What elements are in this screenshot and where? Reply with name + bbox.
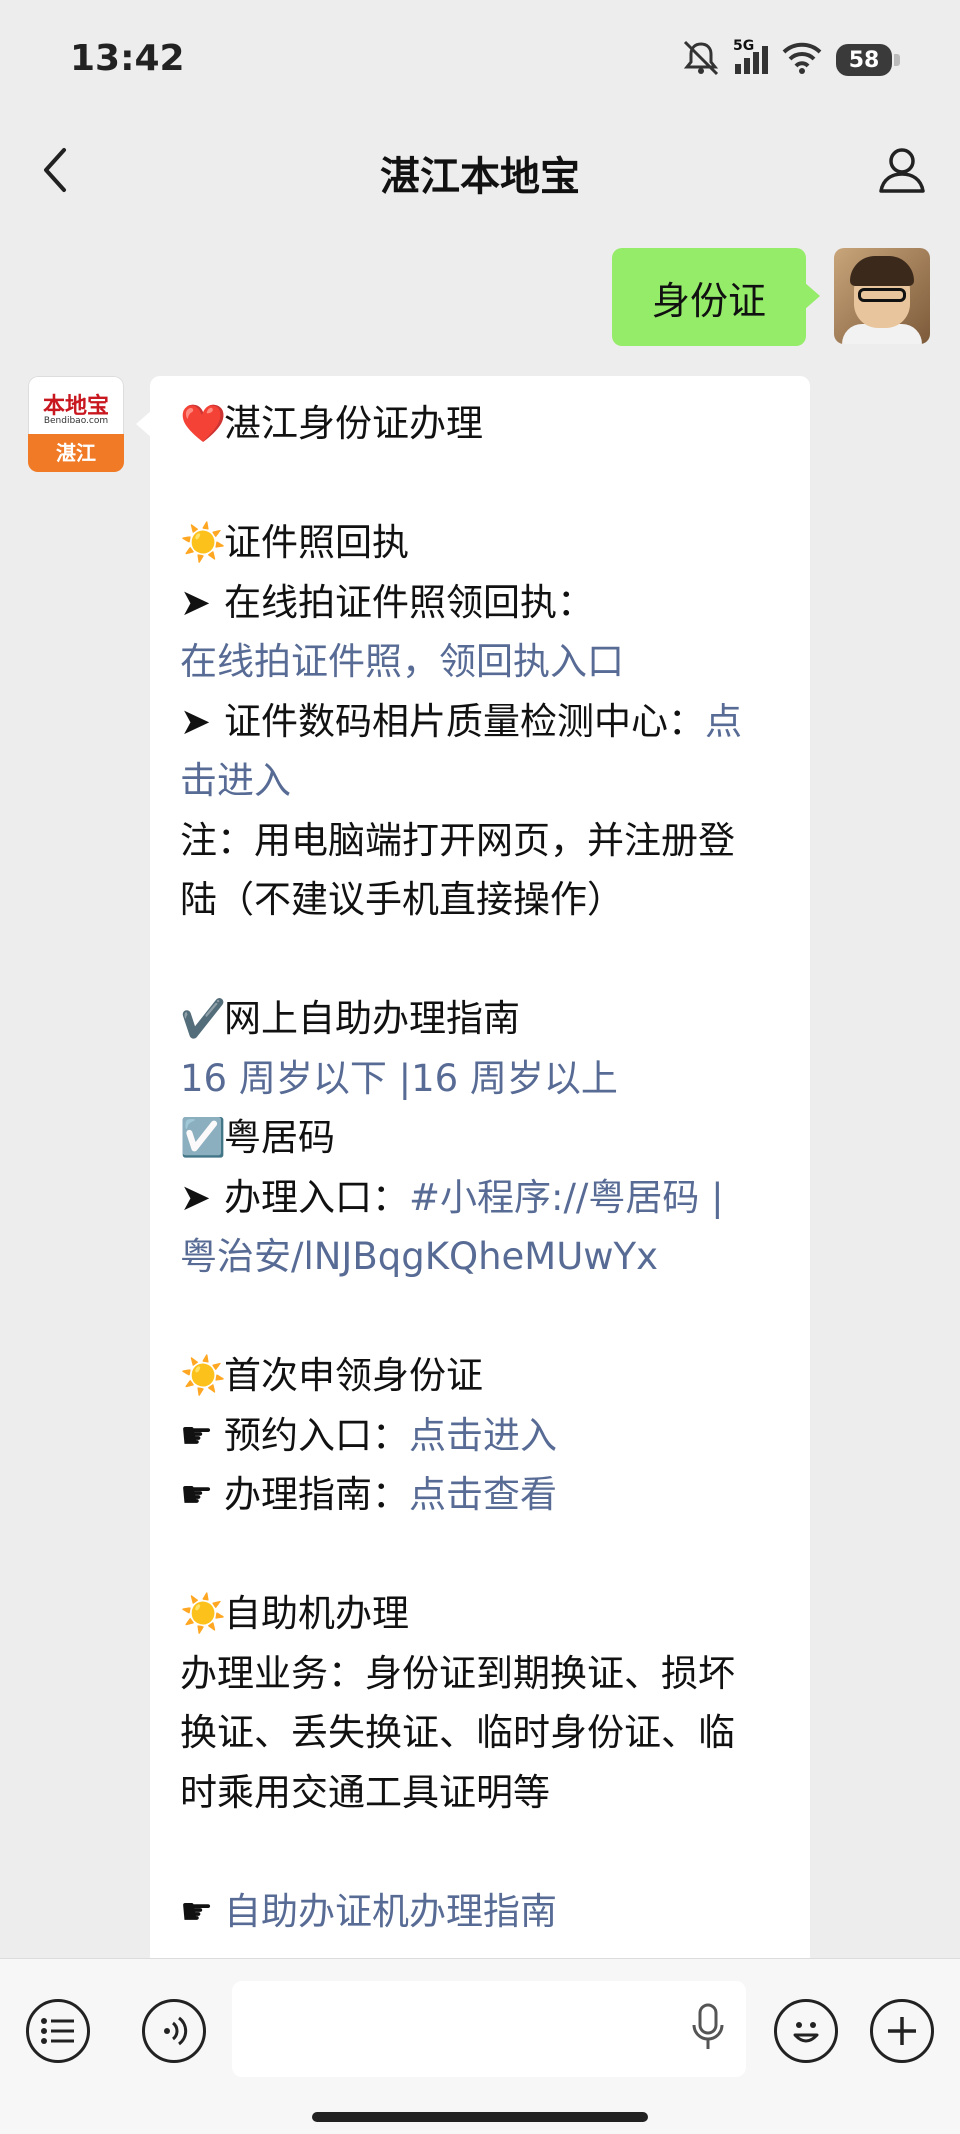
network-type-label: 5G: [733, 38, 755, 54]
voice-wave-icon: [164, 2016, 188, 2046]
status-time: 13:42: [70, 38, 185, 79]
avatar-city-label: 湛江: [28, 434, 124, 472]
message-text: 预约入口：: [224, 1413, 409, 1457]
message-line: ☀️首次申领身份证: [180, 1346, 782, 1406]
message-line: 换证、丢失换证、临时身份证、临: [180, 1703, 782, 1763]
outgoing-bubble[interactable]: 身份证: [611, 248, 821, 346]
message-text: 办理业务：身份证到期换证、损坏: [180, 1651, 735, 1695]
message-line: 粤治安/lNJBqgKQheMUwYx: [180, 1227, 782, 1287]
message-line: 时乘用交通工具证明等: [180, 1763, 782, 1823]
voice-mode-button[interactable]: [142, 1999, 206, 2063]
message-line: 击进入: [180, 751, 782, 811]
message-link[interactable]: 自助办证机办理指南: [224, 1890, 557, 1933]
message-line: ☀️证件照回执: [180, 513, 782, 573]
message-text: 办理指南：: [224, 1473, 409, 1516]
message-link[interactable]: 点: [705, 700, 742, 743]
message-text: 陆（不建议手机直接操作）: [180, 878, 624, 921]
outgoing-message: 身份证: [611, 248, 930, 346]
emoji-button[interactable]: [774, 1999, 838, 2063]
list-icon: [41, 2018, 74, 2044]
message-line: ☀️自助机办理: [180, 1584, 782, 1644]
smiley-icon: [793, 2022, 819, 2043]
bendibao-avatar[interactable]: 本地宝 Bendibao.com 湛江: [28, 376, 124, 472]
arrow-icon: ➤: [180, 1175, 212, 1219]
message-line: ☛ 预约入口：点击进入: [180, 1406, 782, 1466]
heart-icon: ❤️: [180, 402, 227, 445]
incoming-bubble[interactable]: ❤️湛江身份证办理 ☀️证件照回执 ➤ 在线拍证件照领回执： 在线拍证件照，领回执入口 ➤…: [136, 376, 810, 1976]
message-text: 首次申领身份证: [224, 1354, 483, 1397]
user-icon: [879, 148, 925, 193]
message-line: ☛ 办理指南：点击查看: [180, 1465, 782, 1525]
check-mark-icon: ✔️: [180, 997, 227, 1040]
message-line: ☛ 自助办证机办理指南: [180, 1882, 782, 1942]
chat-title: 湛江本地宝: [380, 154, 580, 200]
message-line: 注：用电脑端打开网页，并注册登: [180, 811, 782, 871]
message-link[interactable]: #小程序://粤居码 |: [409, 1176, 724, 1219]
message-line: 在线拍证件照，领回执入口: [180, 632, 782, 692]
message-text: 注：用电脑端打开网页，并注册登: [180, 818, 735, 862]
message-text: 湛江身份证办理: [224, 402, 483, 445]
message-link[interactable]: 16 周岁以下 |16 周岁以上: [180, 1057, 618, 1100]
message-text: 换证、丢失换证、临时身份证、临: [180, 1711, 735, 1754]
cellular-signal-icon: 5G: [733, 38, 768, 74]
message-link[interactable]: 粤治安/lNJBqgKQheMUwYx: [180, 1235, 658, 1278]
checkbox-icon: ☑️: [180, 1116, 227, 1159]
message-link[interactable]: 在线拍证件照，领回执入口: [180, 640, 624, 683]
message-link[interactable]: 击进入: [180, 759, 291, 802]
sun-icon: ☀️: [180, 1592, 227, 1635]
chevron-left-icon: [44, 148, 66, 192]
user-avatar[interactable]: [834, 248, 930, 344]
plus-icon: [888, 2017, 916, 2045]
message-text: 时乘用交通工具证明等: [180, 1770, 550, 1814]
wifi-icon: [782, 42, 822, 78]
message-line: ➤ 证件数码相片质量检测中心：点: [180, 692, 782, 752]
pointing-hand-icon: ☛: [180, 1413, 214, 1457]
avatar-logo-sub: Bendibao.com: [43, 416, 109, 426]
add-attachment-button[interactable]: [870, 1999, 934, 2063]
home-indicator[interactable]: [312, 2112, 648, 2122]
message-text: 证件照回执: [224, 521, 409, 564]
status-bar: 13:42 5G 58: [0, 0, 960, 120]
message-text: 办理入口：: [224, 1175, 409, 1219]
message-text: 网上自助办理指南: [224, 997, 520, 1040]
message-line: 陆（不建议手机直接操作）: [180, 870, 782, 930]
chat-header: 湛江本地宝: [0, 120, 960, 220]
arrow-icon: ➤: [180, 699, 212, 743]
menu-button[interactable]: [26, 1999, 90, 2063]
message-input[interactable]: [232, 1981, 746, 2077]
contact-profile-button[interactable]: [874, 142, 930, 198]
arrow-icon: ➤: [180, 580, 212, 624]
battery-icon: 58: [836, 44, 900, 76]
back-button[interactable]: [30, 142, 80, 198]
pointing-hand-icon: ☛: [180, 1889, 214, 1933]
sun-icon: ☀️: [180, 521, 227, 564]
status-icons: 5G 58: [681, 38, 900, 80]
message-text: 自助机办理: [224, 1592, 409, 1635]
message-link[interactable]: 点击进入: [409, 1414, 557, 1457]
microphone-button[interactable]: [690, 2003, 726, 2057]
message-line: 16 周岁以下 |16 周岁以上: [180, 1049, 782, 1109]
message-text: 在线拍证件照领回执：: [224, 580, 594, 624]
message-text: 粤居码: [224, 1116, 335, 1159]
mute-bell-icon: [681, 40, 721, 80]
message-line: ➤ 在线拍证件照领回执：: [180, 573, 782, 633]
message-line: ☑️粤居码: [180, 1108, 782, 1168]
message-line: ➤ 办理入口：#小程序://粤居码 |: [180, 1168, 782, 1228]
microphone-icon: [692, 2003, 724, 2049]
chat-input-bar: [0, 1958, 960, 2134]
message-line: ❤️湛江身份证办理: [180, 394, 782, 454]
message-line: 办理业务：身份证到期换证、损坏: [180, 1644, 782, 1704]
sun-icon: ☀️: [180, 1354, 227, 1397]
message-text: 证件数码相片质量检测中心：: [224, 699, 705, 743]
message-link[interactable]: 点击查看: [409, 1473, 557, 1516]
message-body: ❤️湛江身份证办理 ☀️证件照回执 ➤ 在线拍证件照领回执： 在线拍证件照，领回执入口 ➤…: [180, 394, 782, 1941]
message-line: ✔️网上自助办理指南: [180, 989, 782, 1049]
pointing-hand-icon: ☛: [180, 1473, 214, 1516]
outgoing-text: 身份证: [651, 278, 766, 323]
